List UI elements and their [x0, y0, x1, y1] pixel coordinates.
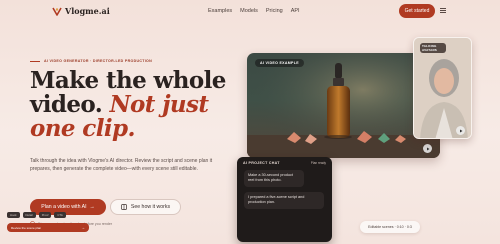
brand-logo[interactable]: Vlogme.ai: [52, 6, 110, 16]
nav-link-api[interactable]: API: [291, 8, 300, 14]
chip-detail[interactable]: Detail: [22, 212, 36, 218]
nav-link-examples[interactable]: Examples: [208, 8, 232, 14]
play-icon[interactable]: [423, 144, 432, 153]
product-scene-image: [247, 53, 440, 158]
chat-status: Plan ready: [310, 161, 326, 165]
nav-links: Examples Models Pricing API: [208, 8, 300, 14]
video-label: AI VIDEO EXAMPLE: [255, 59, 304, 67]
hamburger-icon[interactable]: [440, 8, 446, 14]
editable-scenes-pill: Editable scenes · 0:10 · 0:3: [360, 221, 420, 233]
top-nav: Vlogme.ai Examples Models Pricing API Ge…: [0, 0, 500, 24]
arrow-right-icon: →: [81, 225, 85, 230]
chat-user-message: Make a 30-second product reel from this …: [244, 170, 304, 187]
chip-cta[interactable]: CTA: [54, 212, 66, 218]
grid-icon: [121, 204, 127, 210]
chip-proof[interactable]: Proof: [38, 212, 52, 218]
how-it-works-label: See how it works: [130, 204, 171, 210]
hero-subcopy: Talk through the idea with Vlogme's AI d…: [30, 158, 213, 172]
chat-title: AI PROJECT CHAT: [243, 161, 280, 165]
talking-avatars-label: TALKING AVATARS: [420, 43, 446, 53]
avatar-portrait-image: [414, 38, 471, 138]
ai-project-chat: AI PROJECT CHAT Plan ready Make a 30-sec…: [237, 157, 332, 242]
get-started-button[interactable]: Get started: [399, 4, 435, 18]
nav-link-models[interactable]: Models: [240, 8, 258, 14]
review-label: Review the scene plan: [11, 225, 42, 230]
review-scene-plan-button[interactable]: Review the scene plan →: [7, 223, 89, 232]
play-icon-avatar[interactable]: [456, 126, 465, 135]
hero-headline: Make the whole video. Not just one clip.: [30, 69, 250, 141]
eyebrow-text: AI VIDEO GENERATOR · DIRECTOR-LED PRODUC…: [44, 59, 153, 63]
how-it-works-button[interactable]: See how it works: [110, 199, 181, 215]
brand-name: Vlogme.ai: [65, 6, 110, 16]
scene-chips: Hook Detail Proof CTA: [7, 212, 66, 218]
logo-mark-icon: [52, 7, 62, 16]
eyebrow: AI VIDEO GENERATOR · DIRECTOR-LED PRODUC…: [30, 59, 152, 63]
nav-link-pricing[interactable]: Pricing: [266, 8, 283, 14]
eyebrow-line: [30, 60, 40, 62]
arrow-right-icon: →: [89, 204, 95, 210]
chip-hook[interactable]: Hook: [7, 212, 20, 218]
plan-video-label: Plan a video with AI: [41, 204, 87, 210]
talking-avatar-card[interactable]: TALKING AVATARS: [413, 37, 472, 139]
video-example-card[interactable]: AI VIDEO EXAMPLE: [247, 53, 440, 158]
chat-ai-message: I prepared a five-scene script and produ…: [244, 192, 324, 209]
